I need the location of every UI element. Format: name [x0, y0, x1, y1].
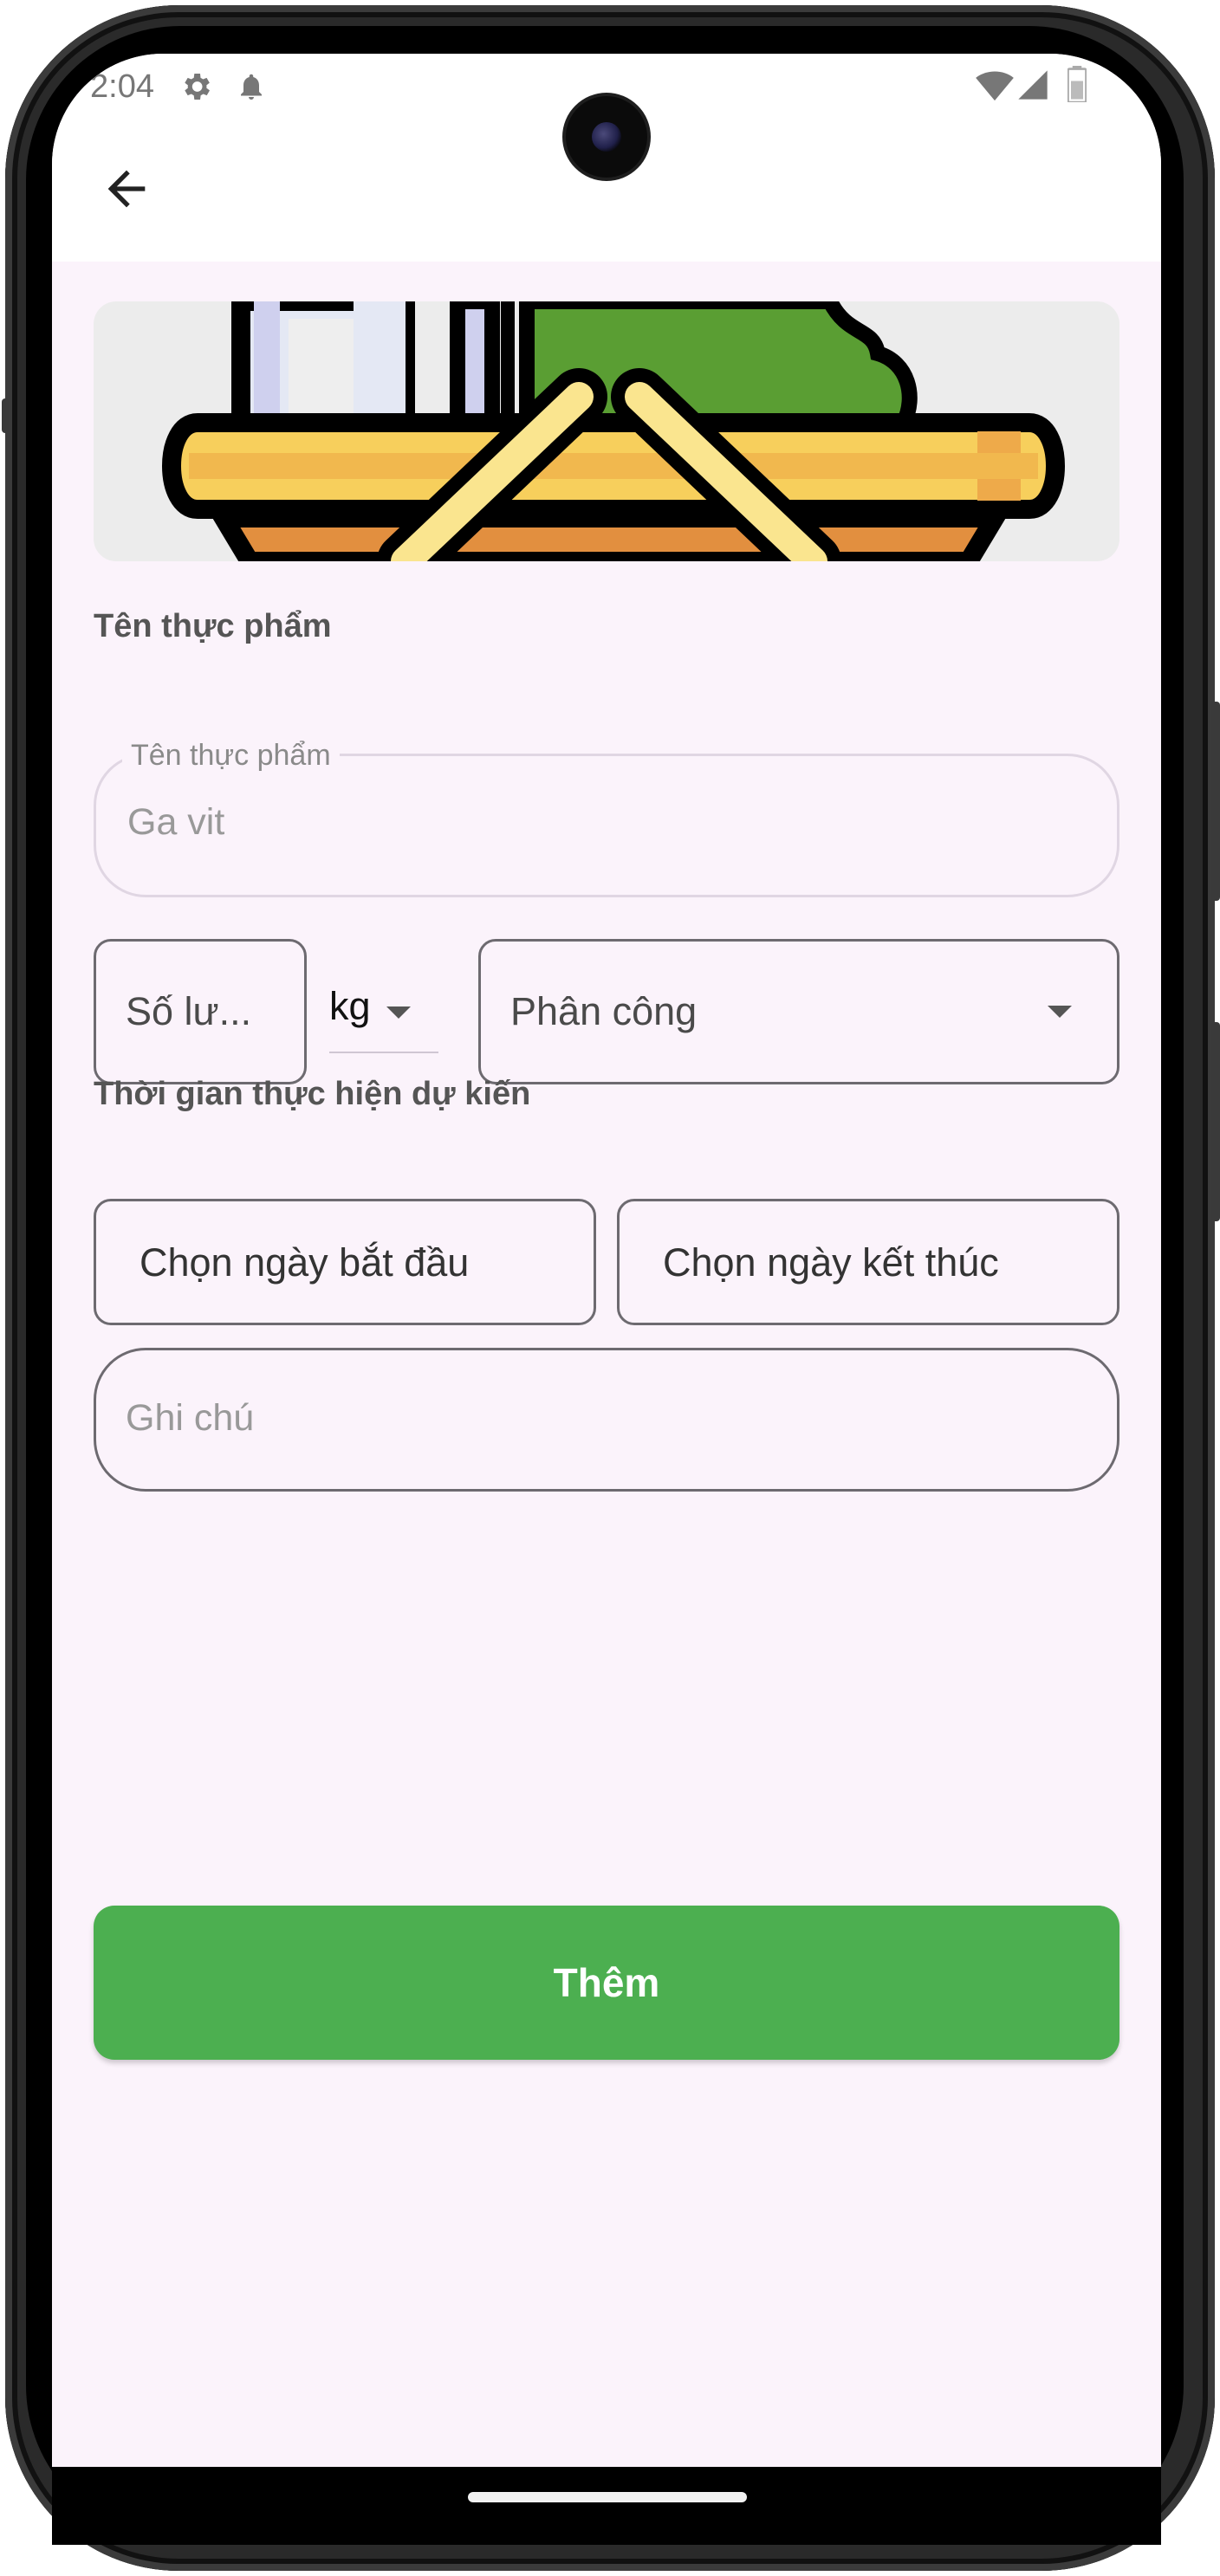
- start-date-button[interactable]: Chọn ngày bắt đầu: [94, 1199, 596, 1325]
- power-button: [1211, 1022, 1220, 1221]
- add-button[interactable]: Thêm: [94, 1906, 1119, 2060]
- quantity-placeholder: Số lư...: [126, 989, 252, 1033]
- volume-button: [1211, 702, 1220, 901]
- app-screen: 2:04 Tên thực phẩm Tên thực phẩm Ga vit …: [52, 54, 1161, 2467]
- end-date-button[interactable]: Chọn ngày kết thúc: [617, 1199, 1119, 1325]
- quantity-input[interactable]: Số lư...: [94, 939, 307, 1084]
- start-date-label: Chọn ngày bắt đầu: [140, 1240, 470, 1285]
- battery-icon: [1067, 66, 1087, 111]
- basket-illustration: [162, 301, 1065, 561]
- food-name-section-label: Tên thực phẩm: [94, 608, 332, 644]
- navigation-bar: [52, 2467, 1161, 2545]
- status-time: 2:04: [90, 68, 154, 105]
- note-placeholder: Ghi chú: [126, 1397, 255, 1439]
- food-name-floating-label: Tên thực phẩm: [122, 739, 340, 773]
- front-camera: [566, 96, 647, 178]
- bell-icon: [236, 69, 267, 113]
- unit-value: kg: [329, 984, 371, 1028]
- time-section-label: Thời gian thực hiện dự kiến: [94, 1076, 531, 1112]
- wifi-icon: [976, 68, 1014, 111]
- note-field[interactable]: Ghi chú: [94, 1348, 1119, 1492]
- gear-icon: [178, 69, 213, 113]
- home-indicator[interactable]: [468, 2492, 747, 2502]
- unit-dropdown[interactable]: kg: [329, 972, 438, 1053]
- end-date-label: Chọn ngày kết thúc: [663, 1240, 999, 1285]
- food-name-field[interactable]: Tên thực phẩm Ga vit: [94, 739, 1119, 897]
- food-basket-banner: [94, 301, 1119, 561]
- assign-dropdown[interactable]: Phân công: [478, 939, 1119, 1084]
- side-button: [2, 398, 9, 433]
- back-button[interactable]: [99, 161, 154, 217]
- arrow-left-icon: [107, 170, 146, 208]
- chevron-down-icon: [386, 1006, 411, 1019]
- chevron-down-icon: [1048, 1006, 1072, 1018]
- food-name-input-value: Ga vit: [127, 801, 225, 843]
- signal-icon: [1016, 68, 1050, 111]
- assign-placeholder: Phân công: [510, 989, 698, 1033]
